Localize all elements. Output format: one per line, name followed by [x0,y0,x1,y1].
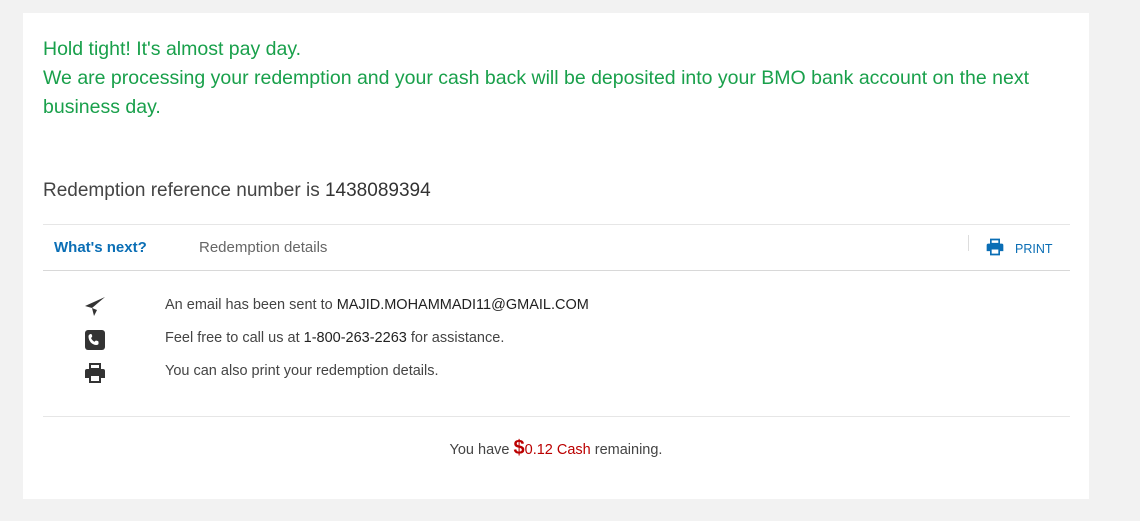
print-text: You can also print your redemption detai… [165,363,439,379]
status-message: Hold tight! It's almost pay day. We are … [43,35,1073,122]
dollar-sign: $ [513,437,525,459]
list-item-email: An email has been sent to MAJID.MOHAMMAD… [23,295,923,319]
phone-text: Feel free to call us at 1-800-263-2263 f… [165,330,505,346]
tab-redemption-details[interactable]: Redemption details [199,239,327,256]
reference-number: 1438089394 [324,180,431,201]
reference-line: Redemption reference number is 143808939… [43,180,431,202]
cash-remaining: You have $0.12 Cash remaining. [449,437,663,459]
paper-plane-icon [83,295,109,321]
printer-icon [83,361,109,387]
email-address: MAJID.MOHAMMADI11@GMAIL.COM [336,297,589,313]
phone-number[interactable]: 1-800-263-2263 [304,330,407,346]
list-item-print: You can also print your redemption detai… [23,361,923,385]
status-line-1: Hold tight! It's almost pay day. [43,38,302,60]
print-button[interactable]: PRINT [985,237,1053,260]
divider [43,416,1070,417]
confirmation-card: Hold tight! It's almost pay day. We are … [23,13,1089,499]
list-item-phone: Feel free to call us at 1-800-263-2263 f… [23,328,923,352]
cash-amount: 0.12 Cash [524,442,591,458]
status-line-2: We are processing your redemption and yo… [43,67,1030,118]
tab-bar: What's next? Redemption details PRINT [43,224,1070,271]
tab-divider [968,235,969,251]
phone-icon [83,328,109,354]
print-label: PRINT [1015,241,1053,256]
email-text: An email has been sent to MAJID.MOHAMMAD… [165,297,589,313]
reference-label: Redemption reference number is [43,180,325,201]
tab-whats-next[interactable]: What's next? [54,239,147,256]
printer-icon [985,237,1005,260]
